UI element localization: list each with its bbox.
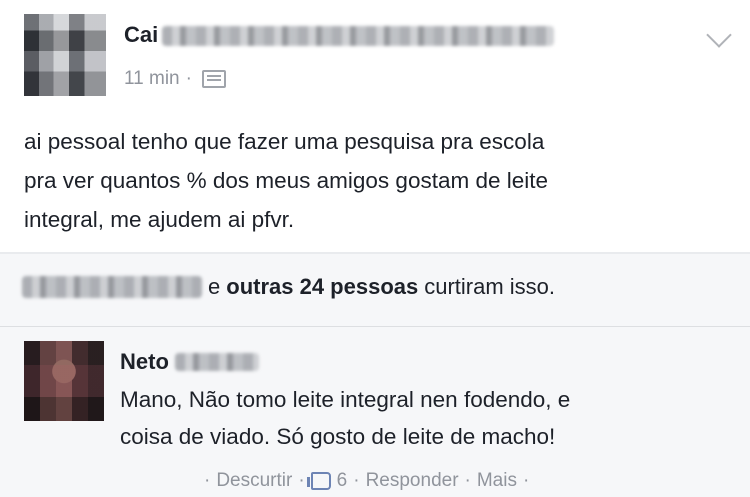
post-author-first-name[interactable]: Cai (124, 22, 158, 47)
meta-separator: · (185, 68, 192, 89)
likes-others-link[interactable]: outras 24 pessoas (226, 274, 418, 300)
likes-connector: e (208, 274, 221, 299)
thumbs-up-icon[interactable] (306, 472, 331, 490)
likes-line: e outras 24 pessoas curtiram isso. (22, 274, 555, 300)
like-count[interactable]: 6 (337, 470, 348, 492)
audience-icon[interactable] (201, 70, 226, 88)
unlike-link[interactable]: Descurtir (216, 470, 292, 492)
action-separator: · (298, 470, 305, 491)
facebook-post-page: Cai 11 min · ai pessoal tenho que fazer … (0, 0, 750, 497)
chevron-down-icon[interactable] (706, 22, 732, 48)
post-timestamp[interactable]: 11 min (124, 68, 180, 90)
comment: Neto Mano, Não tomo leite integral nen f… (0, 327, 750, 497)
post-author-name[interactable]: Cai (124, 22, 555, 48)
comment-text: Mano, Não tomo leite integral nen fodend… (120, 387, 571, 449)
comment-author-name[interactable]: Neto (120, 349, 259, 375)
post-author-name-blurred (162, 26, 555, 47)
post-text: ai pessoal tenho que fazer uma pesquisa … (24, 129, 549, 232)
liker-name-blurred[interactable] (22, 276, 202, 298)
action-separator: · (522, 470, 530, 491)
likes-summary: e outras 24 pessoas curtiram isso. (0, 254, 750, 327)
comment-author-name-blurred (174, 353, 259, 371)
comment-author-first-name[interactable]: Neto (120, 349, 169, 375)
post-meta: 11 min · (124, 68, 226, 90)
likes-suffix: curtiram isso. (424, 274, 556, 299)
comment-author-avatar[interactable] (24, 341, 104, 421)
comment-actions: · Descurtir · 6 · Responder · Mais · (204, 470, 529, 492)
more-link[interactable]: Mais (477, 470, 517, 492)
reply-link[interactable]: Responder (366, 470, 459, 492)
post-card: Cai 11 min · ai pessoal tenho que fazer … (0, 0, 750, 252)
action-separator: · (204, 470, 211, 491)
action-separator: · (353, 470, 360, 491)
post-author-avatar[interactable] (24, 14, 106, 96)
action-separator: · (464, 470, 471, 491)
